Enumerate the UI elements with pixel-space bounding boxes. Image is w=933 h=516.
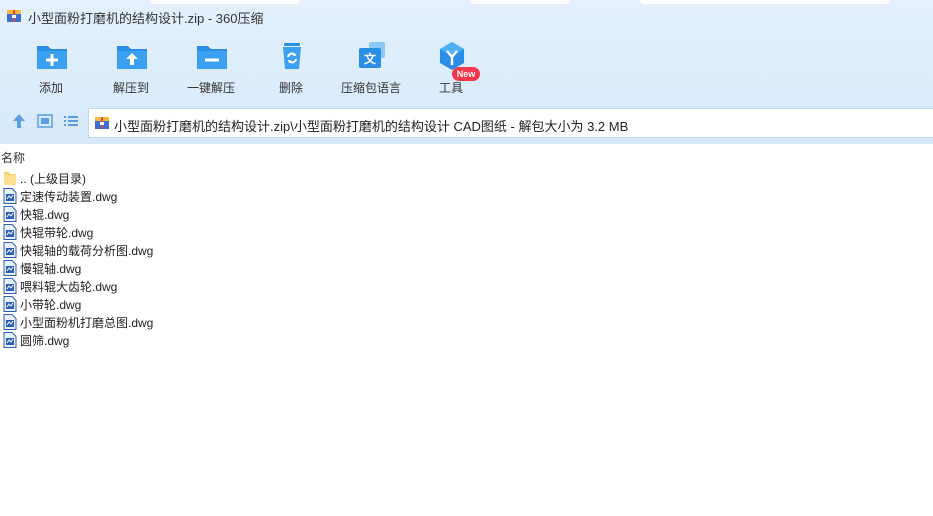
delete-button-label: 删除 [278,81,303,95]
window-title: 小型面粉打磨机的结构设计.zip - 360压缩 [28,11,264,26]
file-name: 圆筛.dwg [20,334,70,348]
dwg-file-icon [3,260,17,276]
new-badge: New [452,67,480,81]
title-glow [470,0,570,4]
list-view-icon[interactable] [62,112,80,130]
parent-directory-row[interactable]: .. (上级目录) [0,169,300,187]
zip-archive-icon [95,117,109,129]
dwg-file-icon [3,314,17,330]
delete-button[interactable]: 删除 [251,36,331,98]
list-item[interactable]: 小带轮.dwg [0,295,300,313]
add-button-label: 添加 [38,81,63,95]
list-item[interactable]: 快辊带轮.dwg [0,223,300,241]
dwg-file-icon [3,332,17,348]
list-item[interactable]: 小型面粉机打磨总图.dwg [0,313,300,331]
window-chrome: 小型面粉打磨机的结构设计.zip - 360压缩 添加 解压到 一键解压 删除 … [0,0,933,144]
file-name: 快辊.dwg [20,208,70,222]
list-item[interactable]: 快辊.dwg [0,205,300,223]
file-name: 慢辊轴.dwg [20,262,82,276]
extract-to-icon [117,46,147,69]
list-item[interactable]: 快辊轴的载荷分析图.dwg [0,241,300,259]
list-item[interactable]: 圆筛.dwg [0,331,300,349]
one-click-extract-icon [197,46,227,69]
list-item[interactable]: 定速传动装置.dwg [0,187,300,205]
one-click-extract-button-label: 一键解压 [186,81,235,95]
file-name: 喂料辊大齿轮.dwg [20,280,118,294]
up-arrow-icon[interactable] [10,112,28,130]
archive-language-icon: 文 [359,42,385,68]
dwg-file-icon [3,278,17,294]
file-name: 定速传动装置.dwg [20,190,118,204]
title-glow [640,0,890,4]
dwg-file-icon [3,188,17,204]
toolbar: 添加 解压到 一键解压 删除 文 压缩包语言 工具 New [0,36,933,98]
extract-to-button-label: 解压到 [112,81,149,95]
tools-button-label: 工具 [438,81,463,95]
file-name: 小型面粉机打磨总图.dwg [20,316,154,330]
dwg-file-icon [3,296,17,312]
column-name-header[interactable]: 名称 [1,149,25,166]
one-click-extract-button[interactable]: 一键解压 [171,36,251,98]
tools-button[interactable]: 工具 [411,36,491,98]
file-name: 快辊带轮.dwg [20,226,94,240]
folder-icon [4,172,16,185]
parent-directory-label: .. (上级目录) [20,172,86,186]
extract-to-button[interactable]: 解压到 [91,36,171,98]
list-item[interactable]: 喂料辊大齿轮.dwg [0,277,300,295]
list-item[interactable]: 慢辊轴.dwg [0,259,300,277]
recycle-bin-icon [283,43,301,69]
dwg-file-icon [3,224,17,240]
address-row: 小型面粉打磨机的结构设计.zip\小型面粉打磨机的结构设计 CAD图纸 - 解包… [0,104,933,138]
address-path: 小型面粉打磨机的结构设计.zip\小型面粉打磨机的结构设计 CAD图纸 - 解包… [114,119,629,134]
thumbnail-view-icon[interactable] [36,112,54,130]
title-glow [150,0,300,4]
file-name: 快辊轴的载荷分析图.dwg [20,244,154,258]
archive-language-button-label: 压缩包语言 [340,81,401,95]
add-button[interactable]: 添加 [11,36,91,98]
title-bar: 小型面粉打磨机的结构设计.zip - 360压缩 [0,0,933,32]
file-list-header: 名称 [0,148,933,166]
dwg-file-icon [3,242,17,258]
archive-language-button[interactable]: 文 压缩包语言 [331,36,411,98]
svg-text:文: 文 [364,51,377,66]
dwg-file-icon [3,206,17,222]
address-bar[interactable]: 小型面粉打磨机的结构设计.zip\小型面粉打磨机的结构设计 CAD图纸 - 解包… [88,108,933,138]
file-name: 小带轮.dwg [20,298,82,312]
add-folder-icon [37,46,67,69]
zip-archive-icon [7,10,21,22]
